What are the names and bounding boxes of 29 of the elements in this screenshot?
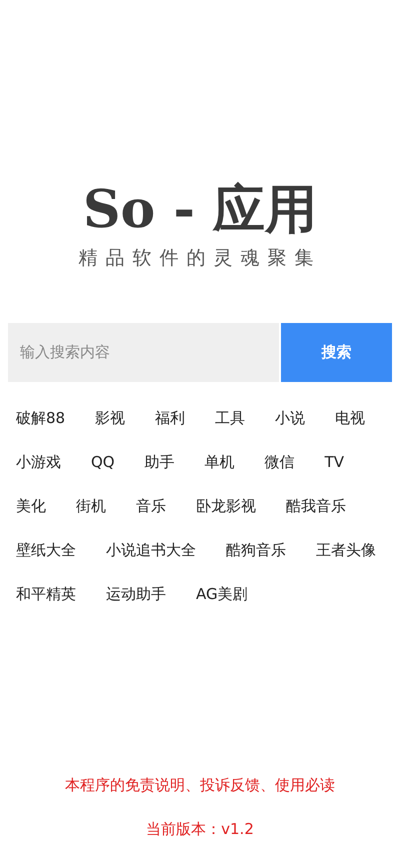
category-link[interactable]: 单机: [204, 452, 235, 472]
category-link[interactable]: 和平精英: [16, 584, 76, 604]
category-link[interactable]: 微信: [264, 452, 295, 472]
category-link[interactable]: 王者头像: [316, 540, 376, 560]
category-link[interactable]: 运动助手: [106, 584, 166, 604]
category-link[interactable]: 工具: [215, 408, 246, 428]
category-link[interactable]: 卧龙影视: [196, 496, 256, 516]
version-text: 当前版本：v1.2: [146, 818, 254, 840]
category-link[interactable]: QQ: [91, 452, 115, 472]
category-link[interactable]: 酷我音乐: [286, 496, 346, 516]
category-link[interactable]: 电视: [335, 408, 366, 428]
category-link[interactable]: AG美剧: [196, 584, 248, 604]
category-link[interactable]: 助手: [144, 452, 175, 472]
search-field[interactable]: 输入搜索内容: [8, 322, 279, 382]
app-logo-title: So - 应用: [82, 178, 318, 242]
category-link[interactable]: 破解88: [16, 408, 66, 428]
category-link[interactable]: 小说追书大全: [106, 540, 196, 560]
disclaimer-link[interactable]: 本程序的免责说明、投诉反馈、使用必读: [65, 774, 335, 796]
category-link[interactable]: 街机: [76, 496, 106, 516]
category-link[interactable]: TV: [324, 452, 344, 472]
category-link[interactable]: 小游戏: [16, 452, 61, 472]
category-link[interactable]: 酷狗音乐: [226, 540, 286, 560]
category-link[interactable]: 美化: [16, 496, 46, 516]
category-link[interactable]: 福利: [155, 408, 186, 428]
slogan: 精品软件的灵魂聚集: [78, 246, 322, 271]
category-link[interactable]: 小说: [275, 408, 306, 428]
category-link[interactable]: 壁纸大全: [16, 540, 76, 560]
category-link[interactable]: 影视: [95, 408, 126, 428]
category-link[interactable]: 音乐: [136, 496, 166, 516]
